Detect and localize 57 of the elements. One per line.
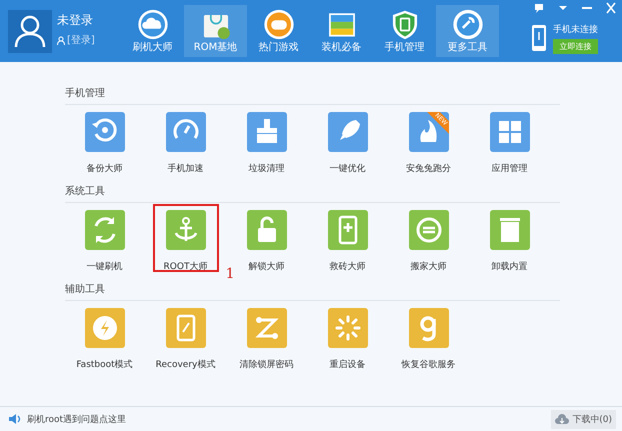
tool-label: Fastboot模式 — [76, 358, 133, 371]
speaker-icon — [8, 413, 22, 425]
tool-button[interactable] — [490, 210, 530, 250]
tool-button[interactable] — [328, 308, 368, 348]
tool-label: 安兔兔跑分 — [406, 162, 451, 175]
section-heading: 系统工具 — [65, 184, 106, 198]
tool-button[interactable] — [166, 210, 206, 250]
connect-button[interactable]: 立即连接 — [553, 38, 598, 54]
tool-label: Recovery模式 — [156, 358, 216, 371]
nav-tab[interactable]: 手机管理 — [373, 5, 436, 57]
tool-button[interactable] — [166, 112, 206, 152]
tool-button[interactable] — [246, 210, 286, 250]
tool-button[interactable] — [246, 308, 286, 348]
nav-tab[interactable]: 刷机大师 — [121, 5, 184, 57]
nav-tab[interactable]: 更多工具 — [436, 5, 499, 57]
annotation-number: 1 — [226, 266, 234, 282]
tool-button[interactable] — [490, 112, 530, 152]
tool-label: 应用管理 — [492, 162, 528, 175]
tool-button[interactable] — [84, 112, 124, 152]
nav-tab[interactable]: ROM基地 — [184, 5, 247, 57]
tool-button[interactable] — [408, 308, 448, 348]
tool-button[interactable] — [246, 112, 286, 152]
cloud-download-icon — [555, 414, 570, 424]
help-link[interactable]: 刷机root遇到问题点这里 — [27, 412, 546, 426]
avatar[interactable] — [8, 10, 52, 52]
nav-tab[interactable]: 装机必备 — [310, 5, 373, 57]
tool-label: 恢复谷歌服务 — [402, 358, 456, 371]
tool-button[interactable] — [84, 210, 124, 250]
section-heading: 手机管理 — [65, 86, 106, 100]
close-icon[interactable] — [604, 2, 618, 14]
tool-label: 清除锁屏密码 — [240, 358, 294, 371]
downloads-button[interactable]: 下载中(0) — [551, 410, 616, 428]
device-status: 手机未连接 — [553, 24, 598, 36]
feedback-icon[interactable] — [532, 2, 546, 14]
tool-label: 解锁大师 — [248, 260, 284, 273]
nav-tab[interactable]: 热门游戏 — [247, 5, 310, 57]
tool-label: ROOT大师 — [164, 260, 208, 273]
tool-label: 垃圾清理 — [248, 162, 284, 175]
tool-label: 一键优化 — [330, 162, 366, 175]
tool-button[interactable] — [328, 112, 368, 152]
tool-label: 备份大师 — [86, 162, 122, 175]
tool-button[interactable] — [408, 210, 448, 250]
user-icon — [13, 14, 47, 48]
user-name: 未登录 — [57, 12, 94, 29]
tool-label: 救砖大师 — [330, 260, 366, 273]
login-link[interactable]: [登录] — [67, 33, 95, 47]
tool-label: 搬家大师 — [410, 260, 446, 273]
person-icon — [57, 36, 65, 44]
phone-icon — [531, 24, 547, 52]
tool-button[interactable] — [328, 210, 368, 250]
tool-label: 重启设备 — [330, 358, 366, 371]
tool-label: 卸载内置 — [492, 260, 528, 273]
tool-label: 一键刷机 — [86, 260, 122, 273]
tool-label: 手机加速 — [168, 162, 204, 175]
tool-button[interactable] — [84, 308, 124, 348]
tool-button[interactable] — [166, 308, 206, 348]
section-heading: 辅助工具 — [65, 282, 106, 296]
